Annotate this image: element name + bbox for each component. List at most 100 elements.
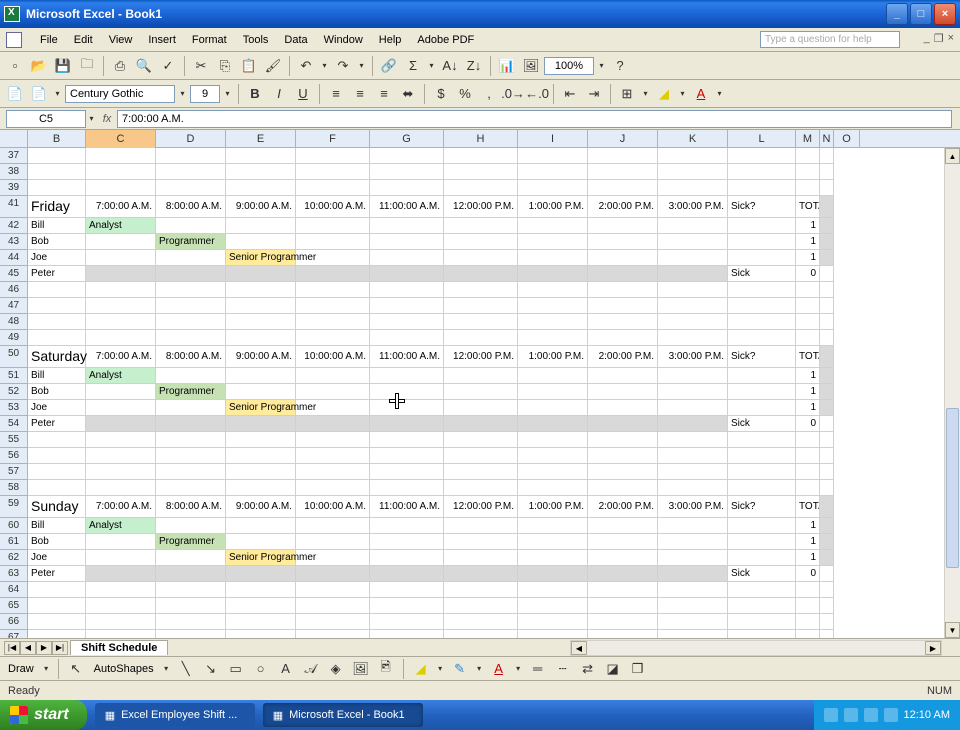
total-header-cell[interactable]: TOTAL: [796, 496, 820, 518]
row-header[interactable]: 60: [0, 518, 28, 534]
tab-nav-next[interactable]: ▶: [36, 641, 52, 655]
cell[interactable]: [444, 298, 518, 314]
cell[interactable]: [820, 480, 834, 496]
cell[interactable]: [296, 464, 370, 480]
time-header-cell[interactable]: 7:00:00 A.M.: [86, 196, 156, 218]
cell[interactable]: [156, 368, 226, 384]
grid-row[interactable]: 57: [0, 464, 960, 480]
cell[interactable]: [728, 400, 796, 416]
percent-icon[interactable]: %: [454, 83, 476, 105]
cell[interactable]: [658, 630, 728, 638]
cell[interactable]: [728, 250, 796, 266]
cell[interactable]: [820, 314, 834, 330]
time-header-cell[interactable]: 3:00:00 P.M.: [658, 196, 728, 218]
col-header-D[interactable]: D: [156, 130, 226, 148]
pdf-dropdown[interactable]: ▾: [52, 89, 63, 98]
fontcolor-draw-dropdown[interactable]: ▾: [513, 664, 524, 673]
cell[interactable]: [444, 234, 518, 250]
print-icon[interactable]: ⎙: [109, 55, 131, 77]
fontcolor-dropdown[interactable]: ▾: [714, 89, 725, 98]
horizontal-scrollbar[interactable]: ◀ ▶: [570, 640, 942, 656]
font-dropdown[interactable]: ▾: [177, 89, 188, 98]
day-name-cell[interactable]: Sunday: [28, 496, 86, 518]
cell[interactable]: [588, 330, 658, 346]
oval-icon[interactable]: ○: [250, 658, 272, 680]
grid-row[interactable]: 49: [0, 330, 960, 346]
cell[interactable]: [86, 598, 156, 614]
underline-icon[interactable]: U: [292, 83, 314, 105]
name-box[interactable]: C5: [6, 110, 86, 128]
cell[interactable]: [156, 480, 226, 496]
col-header-B[interactable]: B: [28, 130, 86, 148]
cell[interactable]: [226, 330, 296, 346]
cell[interactable]: [296, 282, 370, 298]
cell[interactable]: [444, 416, 518, 432]
sort-asc-icon[interactable]: A↓: [439, 55, 461, 77]
cell[interactable]: [370, 448, 444, 464]
cell[interactable]: [444, 582, 518, 598]
cell[interactable]: [296, 218, 370, 234]
cell[interactable]: [444, 368, 518, 384]
cell[interactable]: [296, 266, 370, 282]
time-header-cell[interactable]: 2:00:00 P.M.: [588, 496, 658, 518]
cell[interactable]: [444, 566, 518, 582]
cell[interactable]: [156, 464, 226, 480]
cell[interactable]: [156, 416, 226, 432]
cell[interactable]: [28, 582, 86, 598]
cell[interactable]: [86, 566, 156, 582]
paste-icon[interactable]: 📋: [238, 55, 260, 77]
cell[interactable]: [728, 480, 796, 496]
menu-file[interactable]: File: [32, 32, 66, 48]
cell[interactable]: [588, 550, 658, 566]
row-header[interactable]: 64: [0, 582, 28, 598]
employee-name-cell[interactable]: Bill: [28, 218, 86, 234]
cell[interactable]: 1: [796, 368, 820, 384]
cell[interactable]: [226, 534, 296, 550]
cell[interactable]: [728, 164, 796, 180]
row-header[interactable]: 66: [0, 614, 28, 630]
cell[interactable]: [86, 464, 156, 480]
cell[interactable]: [728, 550, 796, 566]
employee-name-cell[interactable]: Peter: [28, 266, 86, 282]
employee-name-cell[interactable]: Peter: [28, 416, 86, 432]
cell[interactable]: [86, 180, 156, 196]
redo-dropdown[interactable]: ▾: [356, 61, 367, 70]
cell[interactable]: [28, 148, 86, 164]
cell[interactable]: [156, 266, 226, 282]
cell[interactable]: [796, 180, 820, 196]
cell[interactable]: [518, 250, 588, 266]
cell[interactable]: [796, 148, 820, 164]
cell[interactable]: [820, 518, 834, 534]
cell[interactable]: [28, 164, 86, 180]
cell[interactable]: [820, 282, 834, 298]
grid-row[interactable]: 37: [0, 148, 960, 164]
employee-row[interactable]: 61BobProgrammer1: [0, 534, 960, 550]
cell[interactable]: [28, 432, 86, 448]
row-header[interactable]: 39: [0, 180, 28, 196]
cell[interactable]: [226, 416, 296, 432]
time-header-cell[interactable]: 2:00:00 P.M.: [588, 196, 658, 218]
row-header[interactable]: 67: [0, 630, 28, 638]
employee-row[interactable]: 51BillAnalyst1: [0, 368, 960, 384]
system-tray[interactable]: 12:10 AM: [814, 700, 960, 730]
decrease-indent-icon[interactable]: ⇤: [559, 83, 581, 105]
cell[interactable]: [156, 630, 226, 638]
cell[interactable]: [296, 598, 370, 614]
increase-indent-icon[interactable]: ⇥: [583, 83, 605, 105]
col-header-F[interactable]: F: [296, 130, 370, 148]
cell[interactable]: [226, 432, 296, 448]
borders-icon[interactable]: ⊞: [616, 83, 638, 105]
col-header-J[interactable]: J: [588, 130, 658, 148]
scroll-thumb[interactable]: [946, 408, 959, 568]
cell[interactable]: [820, 164, 834, 180]
time-header-cell[interactable]: 11:00:00 A.M.: [370, 496, 444, 518]
time-header-cell[interactable]: 7:00:00 A.M.: [86, 496, 156, 518]
borders-dropdown[interactable]: ▾: [640, 89, 651, 98]
time-header-cell[interactable]: 12:00:00 P.M.: [444, 496, 518, 518]
col-header-H[interactable]: H: [444, 130, 518, 148]
cell[interactable]: [658, 518, 728, 534]
cell[interactable]: [28, 464, 86, 480]
wb-close-button[interactable]: ×: [948, 32, 954, 45]
cell[interactable]: [796, 298, 820, 314]
arrow-icon[interactable]: ↘: [200, 658, 222, 680]
